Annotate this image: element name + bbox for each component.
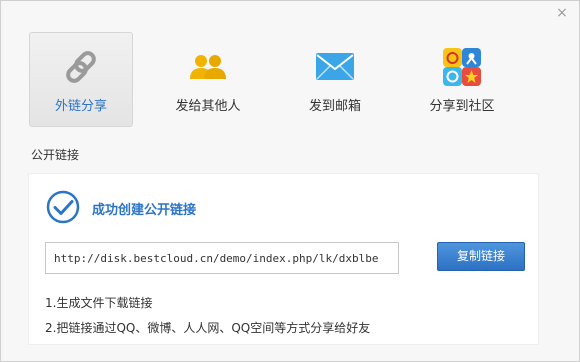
- tab-send-to-email[interactable]: 发到邮箱: [283, 32, 387, 127]
- notes-list: 1.生成文件下载链接 2.把链接通过QQ、微博、人人网、QQ空间等方式分享给好友: [45, 295, 370, 345]
- public-link-field[interactable]: [45, 242, 399, 274]
- tab-label: 发到邮箱: [308, 99, 361, 114]
- tab-external-link[interactable]: 外链分享: [29, 32, 133, 127]
- check-circle-icon: [46, 190, 80, 224]
- users-icon: [190, 55, 226, 79]
- mail-icon: [316, 53, 354, 80]
- section-title: 公开链接: [31, 148, 80, 162]
- close-button[interactable]: ×: [555, 6, 569, 20]
- tab-label: 外链分享: [54, 99, 107, 114]
- tab-share-to-community[interactable]: 分享到社区: [410, 32, 514, 127]
- social-community-icon: [443, 48, 481, 86]
- tab-label: 分享到社区: [429, 99, 495, 114]
- public-link-panel: 成功创建公开链接 复制链接 1.生成文件下载链接 2.把链接通过QQ、微博、人人…: [28, 173, 539, 345]
- copy-link-button[interactable]: 复制链接: [437, 242, 525, 271]
- tab-send-to-others[interactable]: 发给其他人: [156, 32, 260, 127]
- share-tabs: 外链分享 发给其他人 发到邮箱 分享到社区: [29, 32, 529, 128]
- note-item: 2.把链接通过QQ、微博、人人网、QQ空间等方式分享给好友: [45, 321, 371, 335]
- success-message: 成功创建公开链接: [92, 203, 197, 218]
- link-icon: [66, 51, 96, 83]
- share-dialog: × 外链分享 发给其他人 发到邮箱 分享到社区 公开链接 成功创建公开链接 ht…: [0, 0, 580, 362]
- tab-label: 发给其他人: [175, 99, 241, 114]
- note-item: 1.生成文件下载链接: [45, 296, 153, 310]
